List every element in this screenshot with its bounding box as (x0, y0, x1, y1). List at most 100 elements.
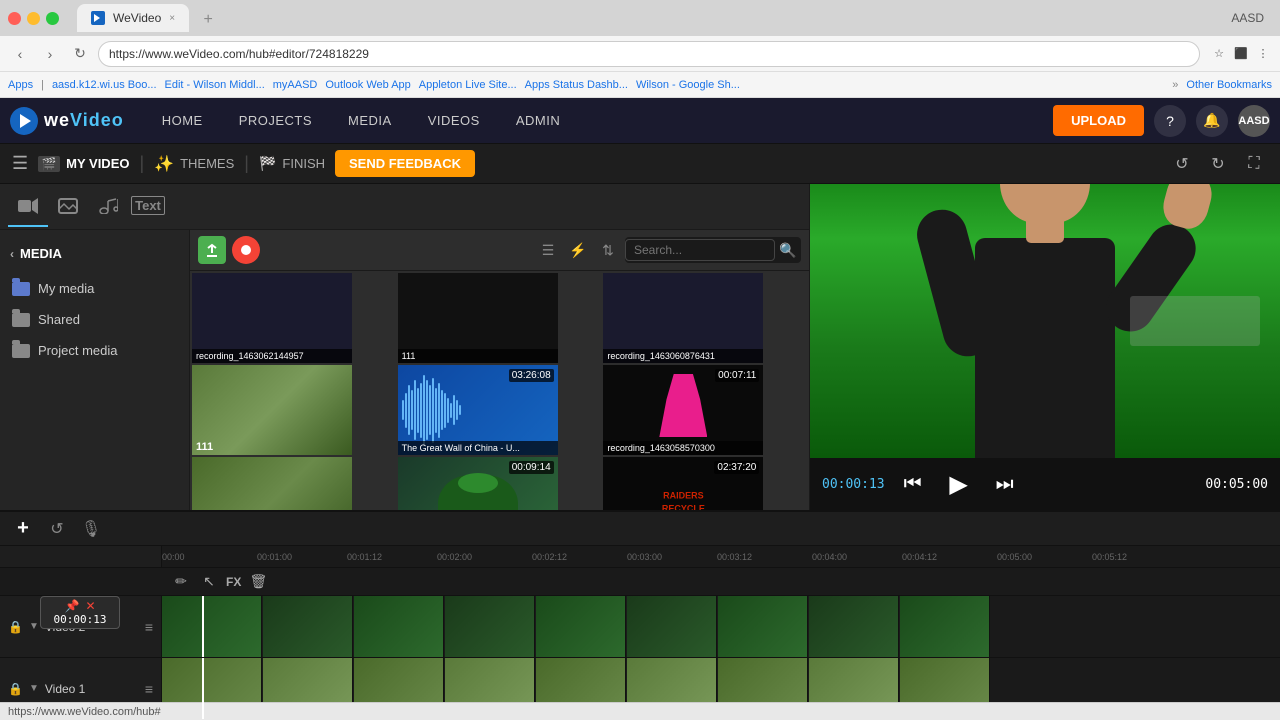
media-grid-toolbar: ☰ ⚡ ⇅ 🔍 (190, 230, 809, 271)
bookmark-apps-status[interactable]: Apps Status Dashb... (525, 79, 628, 91)
nav-videos[interactable]: VIDEOS (410, 98, 498, 144)
browser-forward-button[interactable]: › (38, 42, 62, 66)
video2-thumb[interactable] (718, 596, 808, 657)
nav-home[interactable]: HOME (144, 98, 221, 144)
thumb-item[interactable]: recording_1463060876431 (603, 273, 763, 363)
bookmark-other[interactable]: Other Bookmarks (1186, 79, 1272, 91)
video2-thumb[interactable] (627, 596, 717, 657)
pink-figure (659, 374, 707, 437)
window-minimize-button[interactable] (27, 12, 40, 25)
redo-icon[interactable]: ↻ (1204, 150, 1232, 178)
video2-thumb[interactable] (445, 596, 535, 657)
bookmark-appleton[interactable]: Appleton Live Site... (419, 79, 517, 91)
search-icon[interactable]: 🔍 (775, 237, 801, 263)
track-collapse-video1[interactable]: ▼ (29, 683, 39, 694)
list-view-button[interactable]: ☰ (535, 237, 561, 263)
preview-controls: 00:00:13 ⏮ ▶ ⏭ 00:05:00 (810, 458, 1280, 510)
person-head-thumb (458, 473, 498, 493)
video2-thumb[interactable] (900, 596, 990, 657)
hamburger-menu[interactable]: ☰ (12, 153, 28, 174)
thumb-item-raiders[interactable]: RAIDERSRECYCLE 02:37:20 1-22-16 Wilson R… (603, 457, 763, 510)
cursor-tool[interactable]: ↖ (198, 571, 220, 593)
track-lock-icon-v1[interactable]: 🔒 (8, 682, 23, 696)
fx-tool[interactable]: FX (226, 575, 241, 589)
upload-button[interactable]: UPLOAD (1053, 105, 1144, 136)
video2-thumb[interactable] (162, 596, 262, 657)
bookmark-edit[interactable]: Edit - Wilson Middl... (165, 79, 265, 91)
thumb-item-recording[interactable]: 00:09:14 recording_1462558792000 (398, 457, 558, 510)
skip-to-end-button[interactable]: ⏭ (989, 468, 1021, 500)
track-menu-video2[interactable]: ≡ (145, 619, 153, 635)
media-type-audio[interactable] (88, 187, 128, 227)
new-tab-button[interactable]: + (193, 8, 223, 32)
track-lock-icon[interactable]: 🔒 (8, 620, 23, 634)
undo-icon[interactable]: ↺ (1168, 150, 1196, 178)
undo-timeline-button[interactable]: ↺ (44, 516, 70, 542)
browser-refresh-button[interactable]: ↻ (68, 42, 92, 66)
sidebar-item-mymedia[interactable]: My media (0, 273, 189, 304)
thumb-item[interactable]: 111 (398, 273, 558, 363)
window-close-button[interactable] (8, 12, 21, 25)
filter-button[interactable]: ⚡ (565, 237, 591, 263)
bookmark-wilson[interactable]: Wilson - Google Sh... (636, 79, 740, 91)
bookmark-aasd[interactable]: aasd.k12.wi.us Boo... (52, 79, 157, 91)
close-playhead-icon[interactable]: ✕ (85, 599, 95, 613)
trash-tool[interactable]: 🗑 (247, 571, 269, 593)
sort-button[interactable]: ⇅ (595, 237, 621, 263)
search-input[interactable] (625, 239, 775, 261)
right-panel: 00:00:13 ⏮ ▶ ⏭ 00:05:00 (810, 184, 1280, 510)
media-type-text[interactable]: Text (128, 187, 168, 227)
video2-thumb[interactable] (536, 596, 626, 657)
bookmark-star-icon[interactable]: ☆ (1210, 45, 1228, 63)
video2-thumb[interactable] (809, 596, 899, 657)
skip-to-start-button[interactable]: ⏮ (897, 468, 929, 500)
upload-media-button[interactable] (198, 236, 226, 264)
microphone-button[interactable]: 🎙 (78, 516, 104, 542)
thumb-item-great-wall2[interactable]: 20090529_Great_Wall_8185 (192, 457, 352, 510)
my-video-button[interactable]: 🎬 MY VIDEO (38, 156, 129, 172)
browser-menu-icon[interactable]: ⋮ (1254, 45, 1272, 63)
marker-7: 00:04:00 (812, 552, 847, 562)
thumb-label: The Great Wall of China - U... (398, 441, 558, 455)
browser-back-button[interactable]: ‹ (8, 42, 32, 66)
play-button[interactable]: ▶ (941, 466, 977, 502)
pencil-tool[interactable]: ✏ (170, 571, 192, 593)
thumb-item-audio-wave[interactable]: 03:26:08 The Great Wall of China - U... (398, 365, 558, 455)
track-collapse-video2[interactable]: ▼ (29, 621, 39, 632)
video2-thumb[interactable] (354, 596, 444, 657)
browser-tab[interactable]: WeVideo × (77, 4, 189, 32)
notifications-icon[interactable]: 🔔 (1196, 105, 1228, 137)
topnav-right: UPLOAD ? 🔔 AASD (1053, 105, 1270, 137)
fullscreen-icon[interactable]: ⛶ (1240, 150, 1268, 178)
media-type-video[interactable] (8, 187, 48, 227)
extensions-icon[interactable]: ⬛ (1232, 45, 1250, 63)
left-panel: Text ‹ MEDIA My media (0, 184, 810, 510)
send-feedback-button[interactable]: SEND FEEDBACK (335, 150, 475, 177)
themes-button[interactable]: ✨ THEMES (154, 154, 234, 174)
bookmark-outlook[interactable]: Outlook Web App (325, 79, 410, 91)
url-bar[interactable] (98, 41, 1200, 67)
nav-admin[interactable]: ADMIN (498, 98, 578, 144)
nav-media[interactable]: MEDIA (330, 98, 410, 144)
record-button[interactable] (232, 236, 260, 264)
bookmark-myaasd[interactable]: myAASD (273, 79, 318, 91)
tab-close-button[interactable]: × (169, 13, 175, 24)
media-grid-area: ☰ ⚡ ⇅ 🔍 recording_14 (190, 230, 809, 510)
thumb-item-great-wall[interactable]: 111 (192, 365, 352, 455)
track-menu-video1[interactable]: ≡ (145, 681, 153, 697)
window-maximize-button[interactable] (46, 12, 59, 25)
back-arrow-icon[interactable]: ‹ (10, 247, 14, 261)
sidebar-item-project[interactable]: Project media (0, 335, 189, 366)
media-type-image[interactable] (48, 187, 88, 227)
nav-projects[interactable]: PROJECTS (221, 98, 330, 144)
finish-button[interactable]: 🏁 FINISH (259, 155, 325, 172)
bookmark-apps[interactable]: Apps (8, 79, 33, 91)
add-track-button[interactable]: + (10, 516, 36, 542)
help-icon[interactable]: ? (1154, 105, 1186, 137)
sidebar-item-shared[interactable]: Shared (0, 304, 189, 335)
thumb-item-pink[interactable]: 00:07:11 recording_1463058570300 (603, 365, 763, 455)
thumb-item[interactable]: recording_1463062144957 (192, 273, 352, 363)
track-content-video2 (162, 596, 1280, 657)
video2-thumb[interactable] (263, 596, 353, 657)
avatar[interactable]: AASD (1238, 105, 1270, 137)
